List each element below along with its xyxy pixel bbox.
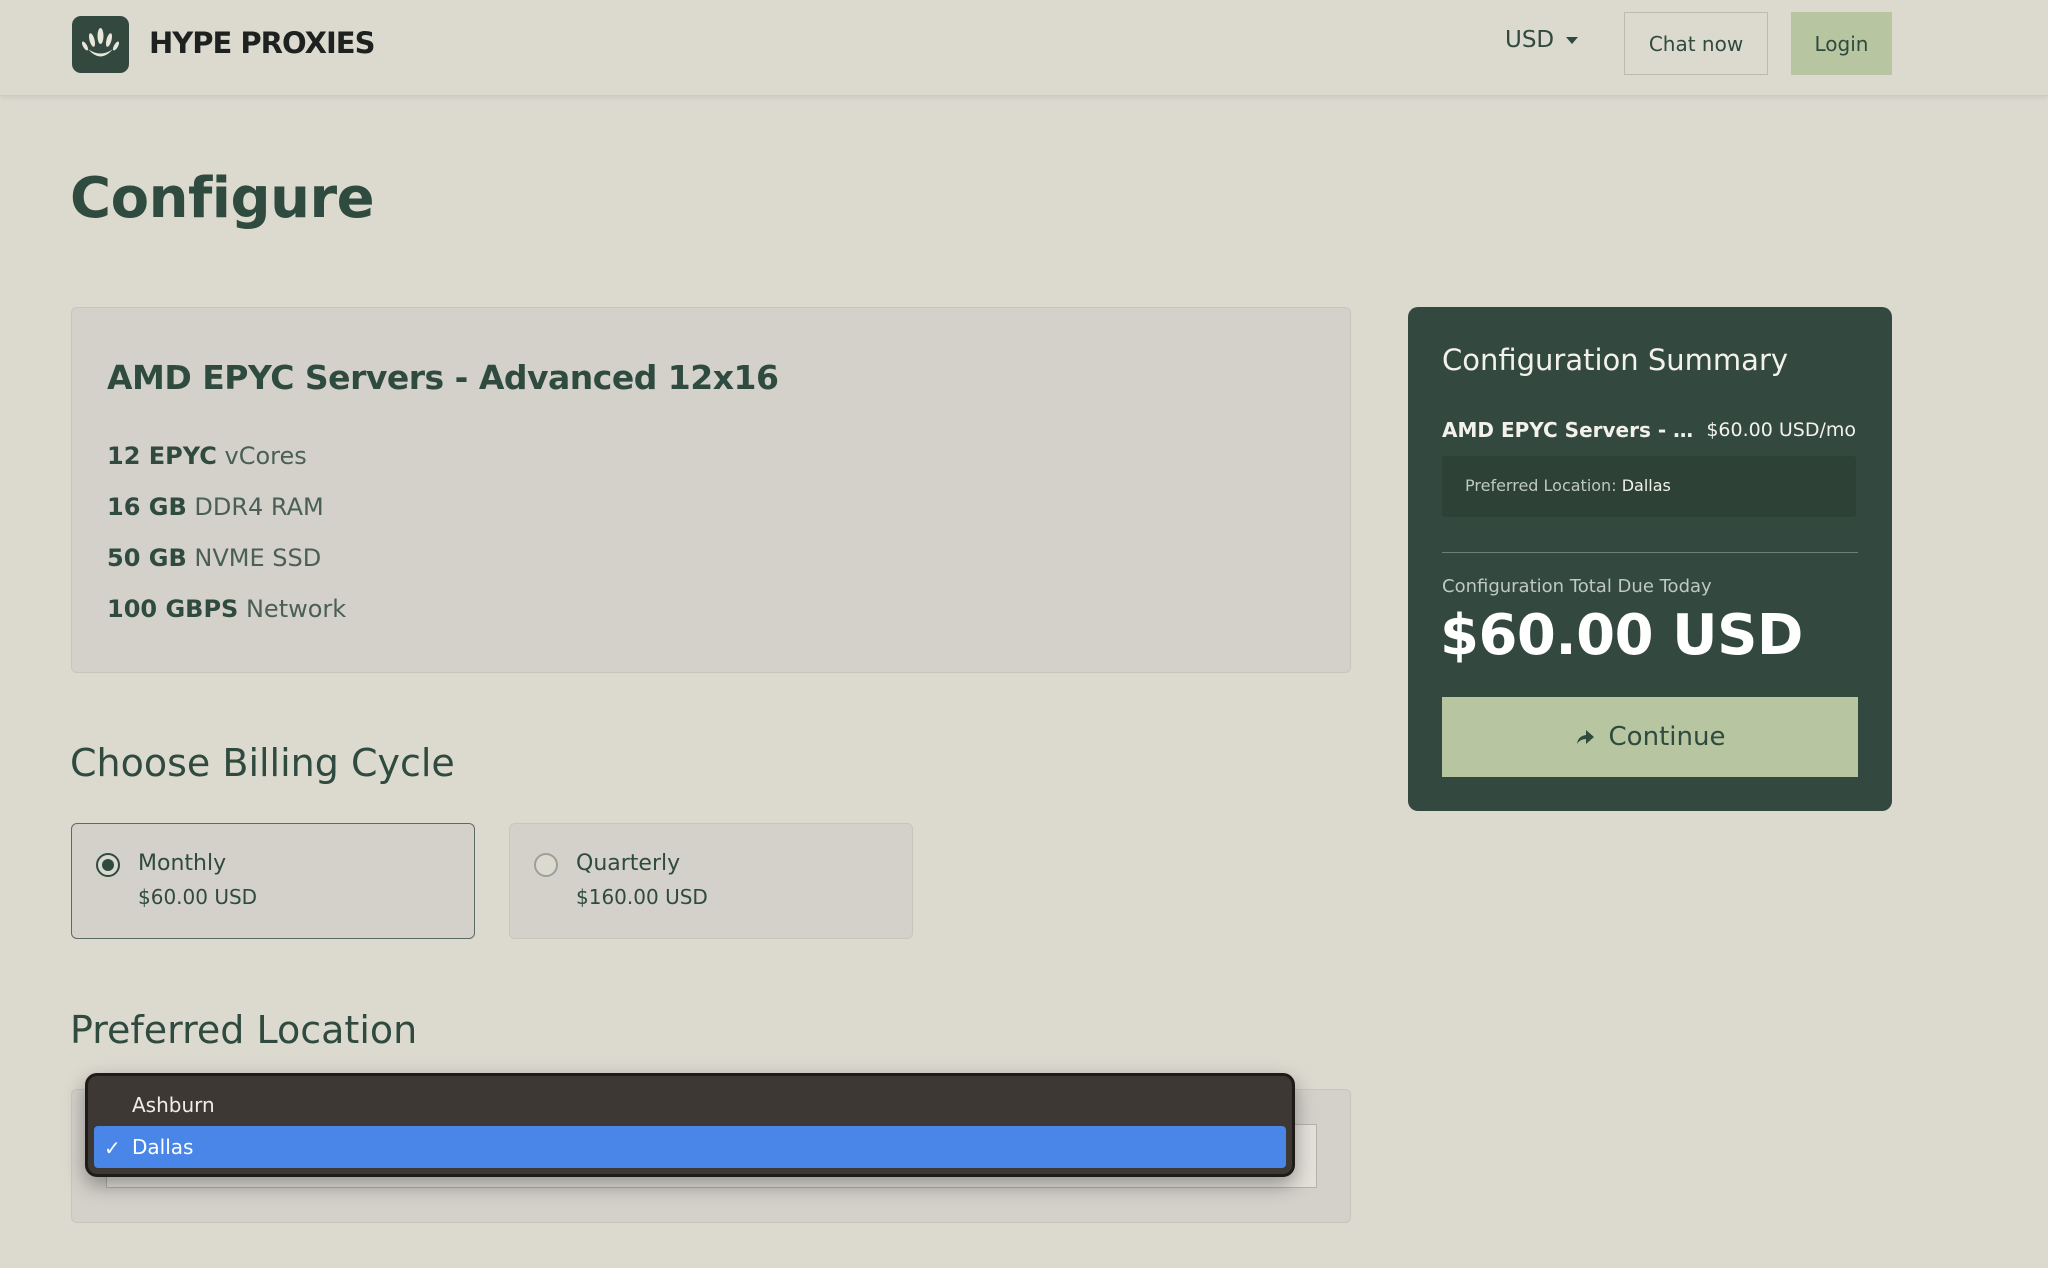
spec-value: 50 GB	[107, 544, 187, 572]
summary-location-box: Preferred Location: Dallas	[1442, 456, 1856, 517]
billing-option-quarterly[interactable]: Quarterly $160.00 USD	[509, 823, 913, 939]
share-arrow-icon	[1576, 730, 1594, 744]
summary-total: $60.00 USD	[1440, 603, 1803, 668]
location-dropdown-menu: Ashburn ✓ Dallas	[85, 1073, 1295, 1177]
currency-selector[interactable]: USD	[1505, 27, 1579, 53]
caret-down-icon	[1566, 36, 1579, 44]
page-title: Configure	[70, 166, 375, 231]
spec-label: DDR4 RAM	[194, 493, 324, 521]
login-button[interactable]: Login	[1791, 12, 1892, 75]
chat-now-button[interactable]: Chat now	[1624, 12, 1768, 75]
preferred-location-title: Preferred Location	[70, 1008, 418, 1052]
summary-product-name: AMD EPYC Servers - Adv...	[1442, 418, 1704, 442]
dropdown-option-label: Ashburn	[132, 1093, 215, 1117]
checkmark-icon: ✓	[104, 1136, 121, 1160]
brand-name[interactable]: HYPE PROXIES	[149, 26, 375, 60]
summary-title: Configuration Summary	[1442, 343, 1789, 377]
billing-cycle-title: Choose Billing Cycle	[70, 741, 455, 785]
spec-value: 16 GB	[107, 493, 187, 521]
radio-checked-icon[interactable]	[96, 853, 120, 877]
configuration-summary-panel: Configuration Summary AMD EPYC Servers -…	[1408, 307, 1892, 811]
billing-option-monthly[interactable]: Monthly $60.00 USD	[71, 823, 475, 939]
billing-option-price: $160.00 USD	[576, 885, 708, 909]
dropdown-option-dallas[interactable]: ✓ Dallas	[94, 1126, 1286, 1168]
product-name: AMD EPYC Servers - Advanced 12x16	[107, 358, 779, 397]
spec-label: Network	[245, 595, 347, 623]
summary-location-label: Preferred Location:	[1465, 476, 1617, 495]
billing-option-name: Quarterly	[576, 851, 681, 876]
spec-network: 100 GBPS Network	[107, 595, 346, 623]
summary-product-price: $60.00 USD/mo	[1706, 419, 1856, 441]
dropdown-option-ashburn[interactable]: Ashburn	[94, 1084, 1286, 1126]
summary-divider	[1442, 552, 1858, 553]
radio-unchecked-icon[interactable]	[534, 853, 558, 877]
continue-label: Continue	[1608, 722, 1726, 752]
summary-location-value: Dallas	[1621, 476, 1671, 495]
spec-value: 12 EPYC	[107, 442, 217, 470]
spec-value: 100 GBPS	[107, 595, 239, 623]
spec-ram: 16 GB DDR4 RAM	[107, 493, 324, 521]
summary-location: Preferred Location: Dallas	[1465, 476, 1671, 495]
top-header: HYPE PROXIES USD Chat now Login	[0, 0, 2048, 96]
spec-storage: 50 GB NVME SSD	[107, 544, 321, 572]
product-card: AMD EPYC Servers - Advanced 12x16 12 EPY…	[71, 307, 1351, 673]
leaf-logo-icon	[81, 28, 120, 57]
dropdown-option-label: Dallas	[132, 1135, 194, 1159]
spec-label: vCores	[224, 442, 307, 470]
continue-button[interactable]: Continue	[1442, 697, 1858, 777]
currency-label: USD	[1505, 27, 1555, 53]
logo-icon[interactable]	[72, 16, 129, 73]
spec-cores: 12 EPYC vCores	[107, 442, 307, 470]
summary-total-label: Configuration Total Due Today	[1442, 576, 1712, 597]
billing-option-name: Monthly	[138, 851, 227, 876]
billing-option-price: $60.00 USD	[138, 885, 258, 909]
spec-label: NVME SSD	[194, 544, 322, 572]
